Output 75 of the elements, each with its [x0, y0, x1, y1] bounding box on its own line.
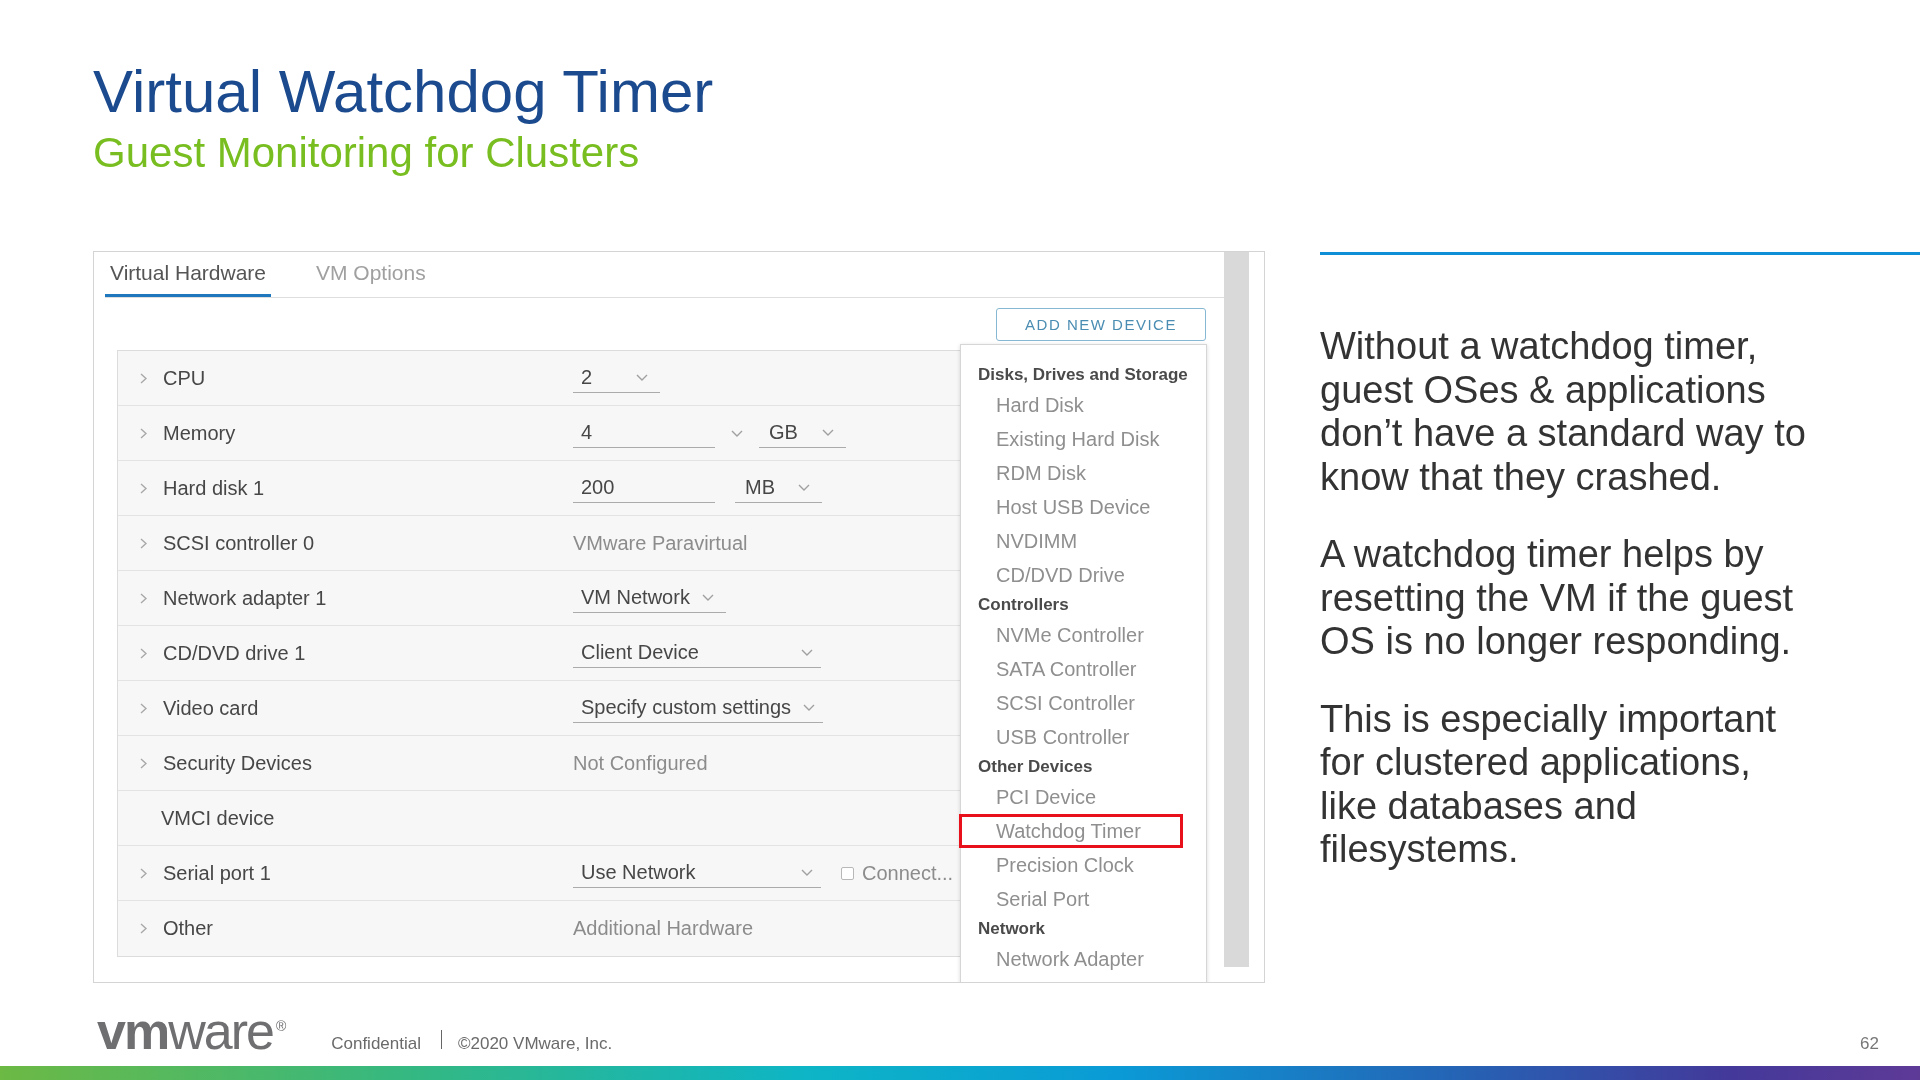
slide-subtitle: Guest Monitoring for Clusters — [93, 130, 640, 176]
chevron-right-icon[interactable] — [140, 482, 147, 494]
unit-dropdown[interactable]: MB — [735, 473, 822, 503]
menu-item[interactable]: PCI Device — [959, 780, 1183, 814]
chevron-right-icon[interactable] — [140, 592, 147, 604]
menu-item[interactable]: SCSI Controller — [959, 686, 1183, 720]
row-label: Memory — [163, 421, 236, 445]
menu-item[interactable]: Watchdog Timer — [959, 814, 1183, 848]
body-paragraph: This is especially important for clustered applications, like databases and filesystems. — [1320, 697, 1777, 872]
menu-item[interactable]: USB Controller — [959, 720, 1183, 754]
unit-dropdown[interactable]: GB — [759, 418, 846, 448]
slide-title: Virtual Watchdog Timer — [93, 59, 714, 125]
menu-item[interactable]: NVMe Controller — [959, 618, 1183, 652]
dropdown-field[interactable]: VM Network — [573, 583, 726, 613]
row-label: Serial port 1 — [163, 861, 271, 885]
page-number: 62 — [1860, 1034, 1879, 1055]
value-text: VMware Paravirtual — [573, 531, 748, 555]
menu-item[interactable]: Serial Port — [959, 882, 1183, 916]
row-label: Video card — [163, 696, 259, 720]
input-field[interactable]: 200 — [573, 473, 715, 503]
row-label: CPU — [163, 366, 206, 390]
caret-down-icon — [803, 704, 816, 711]
caret-down-icon — [801, 869, 813, 876]
chevron-right-icon[interactable] — [140, 867, 147, 879]
caret-down-icon — [731, 429, 743, 437]
menu-item[interactable]: Host USB Device — [959, 490, 1183, 524]
menu-item[interactable]: Precision Clock — [959, 848, 1183, 882]
row-label: CD/DVD drive 1 — [163, 641, 306, 665]
menu-item[interactable]: Hard Disk — [959, 388, 1183, 422]
chevron-right-icon[interactable] — [140, 647, 147, 659]
company-logo: vmware$^{®}$ — [97, 1001, 287, 1059]
menu-item[interactable]: CD/DVD Drive — [959, 558, 1183, 592]
dropdown-field[interactable]: 2 — [573, 363, 660, 393]
row-label: VMCI device — [161, 806, 275, 830]
value-text: Not Configured — [573, 751, 708, 775]
dropdown-field[interactable]: Specify custom settings — [573, 693, 824, 723]
chevron-right-icon[interactable] — [140, 427, 147, 439]
row-label: SCSI controller 0 — [163, 531, 315, 555]
menu-item[interactable]: RDM Disk — [959, 456, 1183, 490]
tab[interactable]: Virtual Hardware — [105, 252, 271, 297]
caret-down-icon — [636, 374, 648, 381]
row-label: Hard disk 1 — [163, 476, 265, 500]
row-label: Network adapter 1 — [163, 586, 327, 610]
caret-down-icon — [801, 649, 813, 656]
chevron-right-icon[interactable] — [140, 702, 147, 714]
chevron-right-icon[interactable] — [140, 372, 147, 384]
chevron-right-icon[interactable] — [140, 923, 147, 934]
menu-heading: Network — [977, 918, 1047, 940]
row-label: Other — [163, 917, 214, 940]
menu-heading: Controllers — [977, 594, 1070, 616]
body-paragraph: A watchdog timer helps by resetting the VM if the guest OS is no longer responding. — [1320, 533, 1794, 664]
menu-item[interactable]: Network Adapter — [959, 942, 1183, 976]
menu-heading: Disks, Drives and Storage — [977, 364, 1189, 386]
input-field[interactable]: 4 — [573, 418, 715, 448]
scrollbar[interactable] — [1224, 252, 1249, 967]
tab[interactable]: VM Options — [311, 252, 431, 297]
caret-down-icon — [701, 594, 714, 601]
copyright-text: ©2020 VMware, Inc. — [458, 1034, 613, 1055]
add-device-button[interactable]: ADD NEW DEVICE — [996, 308, 1206, 341]
menu-item[interactable]: NVDIMM — [959, 524, 1183, 558]
checkbox[interactable] — [841, 866, 854, 880]
menu-item[interactable]: Existing Hard Disk — [959, 422, 1183, 456]
confidential-label: Confidential — [331, 1034, 421, 1055]
checkbox-label: Connect... — [862, 861, 954, 885]
chevron-right-icon[interactable] — [140, 757, 147, 769]
menu-item[interactable]: SATA Controller — [959, 652, 1183, 686]
value-text: Additional Hardware — [573, 917, 754, 940]
caret-down-icon — [822, 429, 834, 436]
menu-heading: Other Devices — [977, 756, 1094, 778]
chevron-right-icon[interactable] — [140, 537, 147, 549]
dropdown-field[interactable]: Use Network — [573, 858, 821, 888]
body-paragraph: Without a watchdog timer, guest OSes & applications don’t have a standard way to know that they crashed. — [1320, 325, 1806, 499]
row-label: Security Devices — [163, 751, 312, 775]
dropdown-field[interactable]: Client Device — [573, 638, 821, 668]
caret-down-icon — [798, 484, 810, 491]
